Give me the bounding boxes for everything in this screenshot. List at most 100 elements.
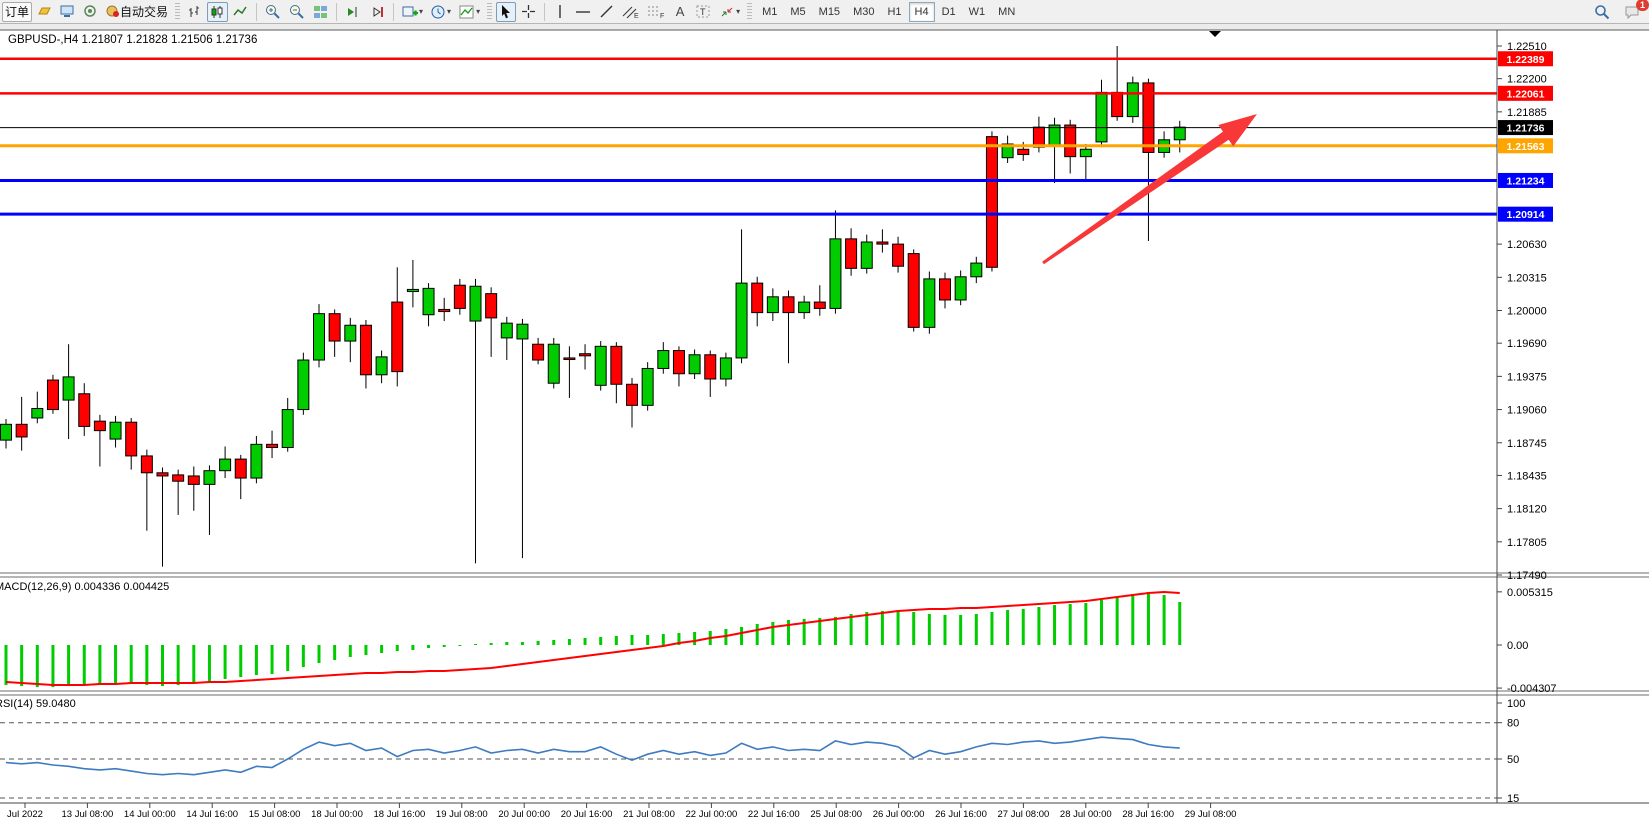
gold-bar-icon[interactable] xyxy=(34,2,55,22)
time-tick-label: 22 Jul 00:00 xyxy=(686,809,738,820)
auto-scroll-icon[interactable] xyxy=(366,2,388,22)
svg-text:F: F xyxy=(660,13,664,19)
time-tick-label: 18 Jul 16:00 xyxy=(374,809,426,820)
radar-icon[interactable] xyxy=(80,2,101,22)
timeframe-h4[interactable]: H4 xyxy=(909,2,935,22)
line-chart-type-icon[interactable] xyxy=(230,2,251,22)
timeframe-h1[interactable]: H1 xyxy=(881,2,907,22)
timeframe-mn[interactable]: MN xyxy=(992,2,1021,22)
auto-trading-button[interactable]: 自动交易 xyxy=(103,2,171,22)
auto-trading-icon xyxy=(106,5,120,18)
price-tick-label: 1.19690 xyxy=(1507,338,1547,350)
bear-candle-body xyxy=(79,394,90,427)
new-chart-icon xyxy=(402,5,418,19)
bear-candle-body xyxy=(783,297,794,313)
timeframe-d1[interactable]: D1 xyxy=(936,2,962,22)
bear-candle-body xyxy=(16,424,27,437)
macd-tick-label: 0.005315 xyxy=(1507,587,1553,599)
trendline-tool-icon[interactable] xyxy=(596,2,617,22)
bull-candle-body xyxy=(1080,149,1091,156)
toolbar-grip[interactable] xyxy=(487,3,492,21)
bull-candle-body xyxy=(282,410,293,448)
toolbar: 订单 自动交易 xyxy=(0,0,1649,24)
timeframe-m30[interactable]: M30 xyxy=(847,2,880,22)
bull-candle-body xyxy=(830,239,841,309)
candlestick-chart-type-icon[interactable] xyxy=(207,2,228,22)
timeframe-m1[interactable]: M1 xyxy=(756,2,783,22)
new-chart-button[interactable]: ▾ xyxy=(399,2,426,22)
horizontal-line-tool-icon[interactable] xyxy=(572,2,594,22)
notifications-button[interactable]: 1 xyxy=(1621,2,1643,22)
svg-text:E: E xyxy=(634,13,639,19)
price-badge-value: 1.22061 xyxy=(1507,88,1545,100)
channel-tool-icon[interactable]: E xyxy=(619,2,642,22)
bull-candle-body xyxy=(642,368,653,405)
time-tick-label: 21 Jul 08:00 xyxy=(623,809,675,820)
tile-windows-icon[interactable] xyxy=(310,2,331,22)
text-tool-icon[interactable]: A xyxy=(670,2,690,22)
time-tick-label: 13 Jul 08:00 xyxy=(62,809,114,820)
vertical-line-tool-icon[interactable] xyxy=(550,2,570,22)
bear-candle-body xyxy=(486,294,497,318)
candle xyxy=(314,304,325,367)
bear-candle-body xyxy=(1112,92,1123,116)
bear-candle-body xyxy=(908,254,919,328)
candle xyxy=(908,249,919,331)
dropdown-caret: ▾ xyxy=(447,7,451,16)
fibonacci-tool-icon[interactable]: F xyxy=(644,2,668,22)
bear-candle-body xyxy=(439,309,450,311)
toolbar-grip[interactable] xyxy=(747,3,752,21)
bar-chart-type-icon[interactable] xyxy=(184,2,205,22)
rsi-tick-label: 50 xyxy=(1507,754,1519,766)
indicators-button[interactable]: ▾ xyxy=(456,2,483,22)
terminal-icon[interactable] xyxy=(57,2,78,22)
time-tick-label: 15 Jul 08:00 xyxy=(249,809,301,820)
bull-candle-body xyxy=(1049,125,1060,146)
bear-candle-body xyxy=(580,354,591,356)
bull-candle-body xyxy=(298,360,309,410)
zoom-out-icon[interactable] xyxy=(286,2,308,22)
price-tick-label: 1.17490 xyxy=(1507,570,1547,582)
timeframe-w1[interactable]: W1 xyxy=(963,2,992,22)
bull-candle-body xyxy=(767,297,778,313)
zoom-in-icon[interactable] xyxy=(262,2,284,22)
bear-candle-body xyxy=(1018,149,1029,154)
rsi-tick-label: 100 xyxy=(1507,698,1525,710)
bear-candle-body xyxy=(392,302,403,372)
timeframe-m5[interactable]: M5 xyxy=(784,2,811,22)
time-tick-label: 20 Jul 16:00 xyxy=(561,809,613,820)
arrows-tool-icon xyxy=(719,5,735,19)
bull-candle-body xyxy=(924,279,935,327)
bear-candle-body xyxy=(235,459,246,478)
chart-shift-icon[interactable] xyxy=(342,2,364,22)
bear-candle-body xyxy=(267,444,278,447)
notification-badge: 1 xyxy=(1636,0,1649,11)
new-order-button[interactable]: 订单 xyxy=(2,2,32,22)
bear-candle-body xyxy=(1033,127,1044,147)
bear-candle-body xyxy=(611,346,622,384)
timeframe-m15[interactable]: M15 xyxy=(813,2,846,22)
time-tick-label: 25 Jul 08:00 xyxy=(810,809,862,820)
rsi-indicator-label: RSI(14) 59.0480 xyxy=(0,698,76,710)
candle xyxy=(47,375,58,414)
price-tick-label: 1.22510 xyxy=(1507,41,1547,53)
bear-candle-body xyxy=(986,137,997,268)
chart-area[interactable]: 1.225101.222001.218851.206301.203151.200… xyxy=(0,24,1649,830)
bull-candle-body xyxy=(1,424,12,440)
bull-candle-body xyxy=(1127,83,1138,117)
price-badge: 1.21234 xyxy=(1498,173,1553,188)
crosshair-tool-icon[interactable] xyxy=(518,2,539,22)
toolbar-grip[interactable] xyxy=(175,3,180,21)
periods-button[interactable]: ▾ xyxy=(428,2,454,22)
bull-candle-body xyxy=(1096,92,1107,142)
bull-candle-body xyxy=(220,459,231,471)
chart-svg[interactable]: 1.225101.222001.218851.206301.203151.200… xyxy=(0,24,1649,830)
text-label-tool-icon[interactable]: T xyxy=(692,2,714,22)
dropdown-caret: ▾ xyxy=(736,7,740,16)
bull-candle-body xyxy=(423,288,434,314)
cursor-tool-icon[interactable] xyxy=(496,2,516,22)
search-icon[interactable] xyxy=(1591,2,1613,22)
time-tick-label: 29 Jul 08:00 xyxy=(1185,809,1237,820)
price-badge: 1.21563 xyxy=(1498,138,1553,153)
arrows-tool-button[interactable]: ▾ xyxy=(716,2,743,22)
